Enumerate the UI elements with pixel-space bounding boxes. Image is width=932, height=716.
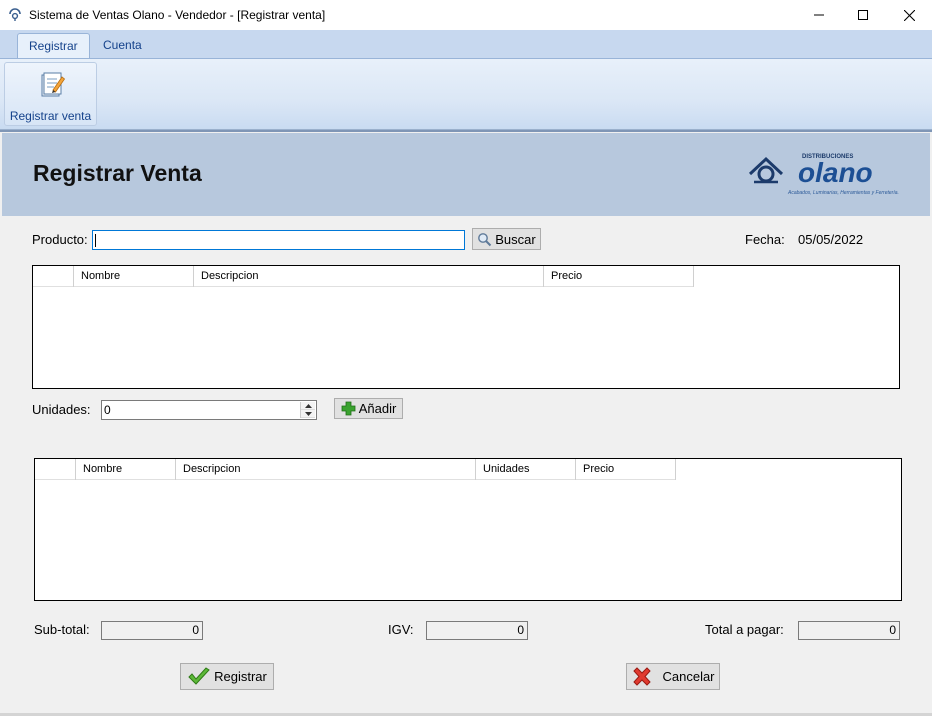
buscar-button[interactable]: Buscar — [472, 228, 541, 250]
igv-field[interactable]: 0 — [426, 621, 528, 640]
svg-text:olano: olano — [798, 157, 873, 188]
registrar-venta-label: Registrar venta — [9, 109, 92, 123]
registrar-venta-ribbon-button[interactable]: Registrar venta — [4, 62, 97, 126]
close-button[interactable] — [886, 0, 932, 30]
tab-registrar[interactable]: Registrar — [17, 33, 90, 59]
ribbon-panel: Registrar venta — [0, 58, 932, 130]
stepper-arrows — [300, 402, 315, 418]
cart-grid-header: Nombre Descripcion Unidades Precio — [35, 459, 676, 480]
text-caret — [95, 234, 96, 247]
subtotal-field[interactable]: 0 — [101, 621, 203, 640]
unidades-value: 0 — [104, 403, 111, 417]
column-descripcion[interactable]: Descripcion — [194, 266, 544, 287]
maximize-button[interactable] — [840, 0, 886, 30]
products-grid-header: Nombre Descripcion Precio — [33, 266, 694, 287]
column-precio[interactable]: Precio — [576, 459, 676, 480]
arrow-down-icon — [304, 411, 312, 416]
column-descripcion[interactable]: Descripcion — [176, 459, 476, 480]
ribbon-tab-strip: Registrar Cuenta — [0, 30, 932, 59]
title-bar: Sistema de Ventas Olano - Vendedor - [Re… — [0, 0, 932, 30]
column-nombre[interactable]: Nombre — [76, 459, 176, 480]
magnifier-icon — [478, 232, 492, 246]
products-grid[interactable]: Nombre Descripcion Precio — [32, 265, 900, 389]
column-nombre[interactable]: Nombre — [74, 266, 194, 287]
stepper-down-button[interactable] — [301, 410, 315, 418]
plus-icon — [341, 401, 356, 416]
cart-grid[interactable]: Nombre Descripcion Unidades Precio — [34, 458, 902, 601]
fecha-label: Fecha: — [745, 232, 785, 247]
stepper-up-button[interactable] — [301, 402, 315, 410]
page-title: Registrar Venta — [33, 160, 202, 186]
form-header: Registrar Venta DISTRIBUCIONES olano Aca… — [2, 133, 930, 216]
subtotal-label: Sub-total: — [34, 622, 90, 637]
row-header-column — [35, 459, 76, 480]
olano-logo: DISTRIBUCIONES olano Acabados, Luminaria… — [748, 154, 899, 196]
igv-label: IGV: — [388, 622, 414, 637]
producto-search-input[interactable] — [92, 230, 465, 250]
edit-document-icon — [41, 72, 65, 97]
cancelar-label: Cancelar — [662, 669, 715, 684]
unidades-stepper[interactable]: 0 — [101, 400, 317, 420]
anadir-button[interactable]: Añadir — [334, 398, 403, 419]
red-x-icon — [633, 666, 652, 686]
total-label: Total a pagar: — [705, 622, 784, 637]
fecha-value: 05/05/2022 — [798, 232, 864, 247]
close-icon — [903, 9, 915, 21]
unidades-label: Unidades: — [32, 402, 91, 417]
checkmark-icon — [188, 666, 210, 685]
minimize-icon — [814, 14, 824, 16]
app-icon — [9, 8, 21, 21]
row-header-column — [33, 266, 74, 287]
maximize-icon — [858, 10, 868, 20]
ribbon-separator — [0, 130, 932, 132]
column-precio[interactable]: Precio — [544, 266, 694, 287]
anadir-label: Añadir — [358, 401, 397, 416]
arrow-up-icon — [304, 403, 312, 408]
cancelar-button[interactable]: Cancelar — [626, 663, 720, 690]
registrar-label: Registrar — [214, 669, 267, 684]
window-title: Sistema de Ventas Olano - Vendedor - [Re… — [29, 8, 326, 22]
producto-label: Producto: — [32, 232, 88, 247]
svg-text:Acabados, Luminarias, Herramie: Acabados, Luminarias, Herramientas y Fer… — [787, 190, 899, 196]
minimize-button[interactable] — [796, 0, 842, 30]
column-unidades[interactable]: Unidades — [476, 459, 576, 480]
registrar-button[interactable]: Registrar — [180, 663, 274, 690]
total-field[interactable]: 0 — [798, 621, 900, 640]
buscar-label: Buscar — [495, 231, 536, 247]
tab-cuenta[interactable]: Cuenta — [92, 33, 153, 59]
